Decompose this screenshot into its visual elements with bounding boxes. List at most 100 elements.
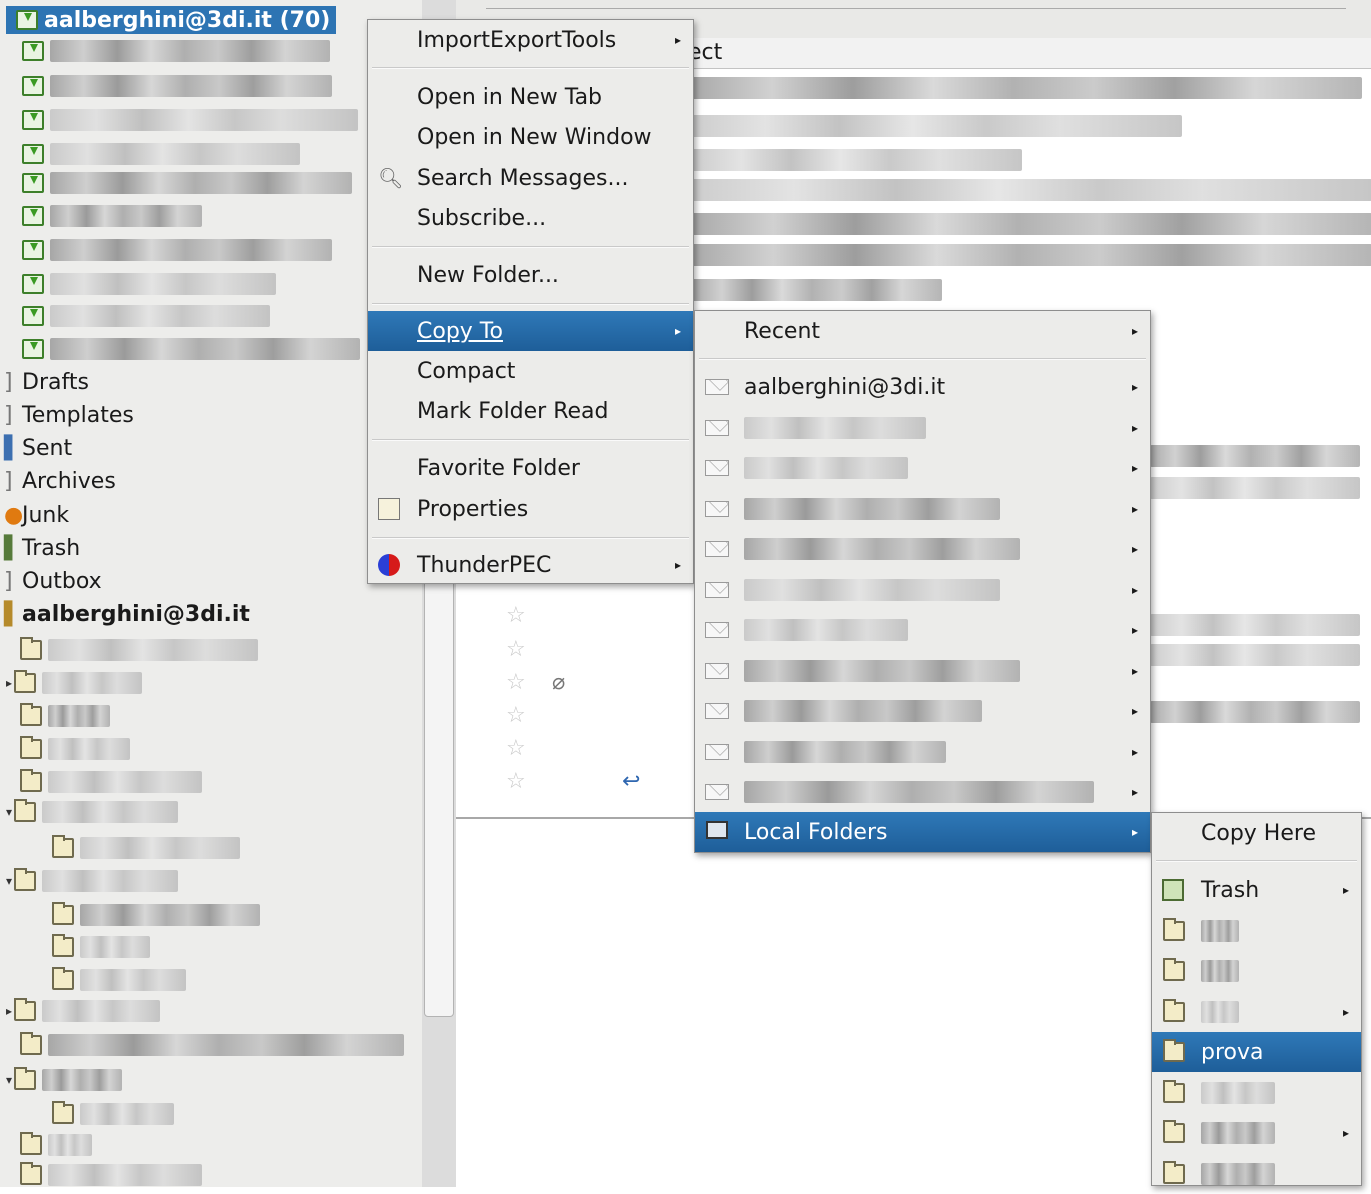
menu-copy-here[interactable]: Copy Here: [1152, 813, 1361, 853]
account-aalberghini[interactable]: ▌ aalberghini@3di.it: [4, 598, 250, 631]
folder-item[interactable]: [52, 898, 260, 931]
redacted-text: [692, 213, 1371, 235]
star-icon[interactable]: ☆: [506, 703, 526, 728]
folder-sent[interactable]: ▌ Sent: [4, 432, 72, 465]
redacted-text: [692, 244, 1371, 266]
menu-separator: [372, 303, 689, 305]
menu-folder-prova[interactable]: prova: [1152, 1032, 1361, 1072]
menu-trash[interactable]: Trash ▸: [1152, 870, 1361, 910]
menu-import-export-tools[interactable]: ImportExportTools ▸: [368, 20, 693, 60]
folder-junk[interactable]: ● Junk: [4, 499, 69, 532]
menu-redacted-account[interactable]: ▸: [695, 489, 1150, 529]
folder-drafts[interactable]: ] Drafts: [4, 366, 89, 399]
folder-account-selected[interactable]: aalberghini@3di.it (70): [6, 6, 337, 34]
folder-label: Sent: [22, 436, 73, 461]
inbox-icon: [22, 143, 44, 164]
menu-compact[interactable]: Compact: [368, 351, 693, 391]
folder-item[interactable]: [20, 699, 110, 732]
folder-item[interactable]: [22, 332, 360, 365]
folder-item[interactable]: [22, 103, 358, 136]
menu-redacted-account[interactable]: ▸: [695, 408, 1150, 448]
envelope-icon: [705, 420, 729, 436]
menu-redacted-account[interactable]: ▸: [695, 529, 1150, 569]
folder-item[interactable]: [22, 34, 330, 67]
folder-item[interactable]: [52, 930, 150, 963]
folder-trash[interactable]: ▌ Trash: [4, 532, 80, 565]
folder-item[interactable]: [52, 963, 186, 996]
menu-label: Open in New Tab: [417, 84, 603, 110]
star-icon[interactable]: ☆: [506, 670, 526, 695]
folder-archives[interactable]: ] Archives: [4, 465, 116, 498]
folder-item[interactable]: ▾: [6, 1063, 122, 1096]
menu-properties[interactable]: Properties: [368, 489, 693, 529]
menu-redacted-account[interactable]: ▸: [695, 570, 1150, 610]
menu-search-messages[interactable]: 🔍︎ Search Messages...: [368, 158, 693, 198]
folder-item[interactable]: [20, 633, 258, 666]
menu-local-folder[interactable]: [1152, 1154, 1361, 1194]
folder-item[interactable]: [20, 1158, 202, 1191]
folder-item[interactable]: ▸: [6, 666, 142, 699]
inbox-icon: [22, 273, 44, 294]
folder-item[interactable]: ▾: [6, 864, 178, 897]
menu-mark-folder-read[interactable]: Mark Folder Read: [368, 391, 693, 431]
folder-item[interactable]: [20, 1028, 404, 1061]
menu-redacted-account[interactable]: ▸: [695, 610, 1150, 650]
submenu-arrow-icon: ▸: [1342, 883, 1349, 897]
folder-item[interactable]: [22, 199, 202, 232]
twisty-icon[interactable]: ▸: [6, 676, 14, 690]
folder-item[interactable]: ▾: [6, 795, 178, 828]
redacted-text: [50, 108, 358, 131]
folder-templates[interactable]: ] Templates: [4, 399, 134, 432]
folder-item[interactable]: ▸: [6, 994, 160, 1027]
menu-label: aalberghini@3di.it: [744, 374, 946, 400]
folder-item[interactable]: [22, 267, 276, 300]
folder-item[interactable]: [22, 233, 332, 266]
folder-item[interactable]: [22, 166, 352, 199]
twisty-icon[interactable]: ▾: [6, 874, 14, 888]
redacted-text: [1201, 960, 1239, 982]
menu-favorite-folder[interactable]: Favorite Folder: [368, 448, 693, 488]
star-icon[interactable]: ☆: [506, 736, 526, 761]
menu-open-new-window[interactable]: Open in New Window: [368, 117, 693, 157]
twisty-icon[interactable]: ▾: [6, 805, 14, 819]
twisty-icon[interactable]: ▸: [6, 1004, 14, 1018]
redacted-text: [50, 171, 352, 194]
menu-redacted-account[interactable]: ▸: [695, 448, 1150, 488]
twisty-icon[interactable]: ▾: [6, 1073, 14, 1087]
scrollbar-thumb[interactable]: [424, 560, 454, 1017]
menu-redacted-account[interactable]: ▸: [695, 772, 1150, 812]
folder-item[interactable]: [20, 765, 202, 798]
folder-item[interactable]: [20, 732, 130, 765]
menu-local-folder[interactable]: ▸: [1152, 1113, 1361, 1153]
folder-item[interactable]: [20, 1128, 92, 1161]
menu-redacted-account[interactable]: ▸: [695, 651, 1150, 691]
folder-item[interactable]: [52, 831, 240, 864]
redacted-text: [80, 1102, 174, 1125]
menu-subscribe[interactable]: Subscribe...: [368, 198, 693, 238]
folder-icon: [20, 735, 42, 759]
redacted-text: [80, 836, 240, 859]
submenu-arrow-icon: ▸: [674, 33, 681, 47]
redacted-text: [1201, 1001, 1239, 1023]
folder-item[interactable]: [22, 299, 270, 332]
menu-copy-to[interactable]: Copy To ▸: [368, 311, 693, 351]
menu-local-folder[interactable]: [1152, 951, 1361, 991]
folder-icon: [14, 1066, 36, 1090]
menu-redacted-account[interactable]: ▸: [695, 732, 1150, 772]
menu-open-new-tab[interactable]: Open in New Tab: [368, 77, 693, 117]
star-icon[interactable]: ☆: [506, 769, 526, 794]
star-icon[interactable]: ☆: [506, 603, 526, 628]
menu-thunderpec[interactable]: ThunderPEC ▸: [368, 545, 693, 585]
menu-local-folder[interactable]: [1152, 911, 1361, 951]
menu-recent[interactable]: Recent ▸: [695, 311, 1150, 351]
menu-local-folder[interactable]: [1152, 1073, 1361, 1113]
menu-redacted-account[interactable]: ▸: [695, 691, 1150, 731]
folder-item[interactable]: [22, 69, 332, 102]
menu-new-folder[interactable]: New Folder...: [368, 255, 693, 295]
folder-outbox[interactable]: ] Outbox: [4, 565, 102, 598]
star-icon[interactable]: ☆: [506, 637, 526, 662]
menu-local-folders[interactable]: Local Folders ▸: [695, 812, 1150, 852]
menu-account-aalberghini[interactable]: aalberghini@3di.it ▸: [695, 367, 1150, 407]
menu-local-folder[interactable]: ▸: [1152, 992, 1361, 1032]
folder-item[interactable]: [52, 1097, 174, 1130]
